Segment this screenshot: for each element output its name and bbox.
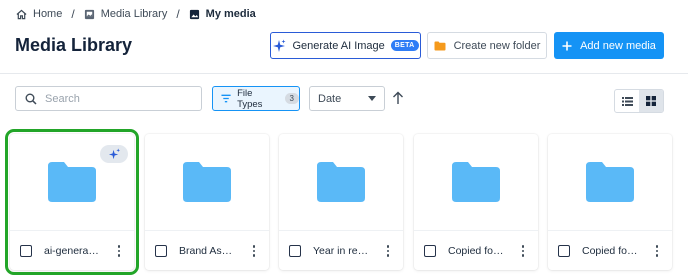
folder-thumbnail[interactable]	[414, 134, 538, 230]
folder-checkbox[interactable]	[558, 244, 570, 257]
sort-value: Date	[318, 92, 342, 105]
breadcrumb-home-label: Home	[33, 8, 63, 20]
media-library-icon	[84, 9, 94, 19]
folder-card[interactable]: ai-generated	[5, 129, 139, 275]
folder-name[interactable]: Copied folder	[448, 245, 504, 257]
folder-card-footer: ai-generated	[10, 230, 134, 270]
create-new-folder-label: Create new folder	[453, 39, 541, 52]
filter-count-badge: 3	[284, 93, 299, 104]
list-view-button[interactable]	[615, 90, 639, 112]
more-options-icon[interactable]	[383, 244, 393, 257]
create-new-folder-button[interactable]: Create new folder	[427, 32, 547, 59]
generate-ai-image-button[interactable]: Generate AI Image BETA	[270, 32, 421, 59]
search-input[interactable]	[45, 92, 185, 105]
folder-card-footer: Copied folder	[548, 230, 672, 270]
more-options-icon[interactable]	[249, 244, 259, 257]
breadcrumb-separator: /	[71, 7, 75, 21]
ai-generated-badge	[100, 145, 128, 163]
page-title: Media Library	[15, 35, 133, 55]
breadcrumb: Home / Media Library / My media	[16, 6, 256, 22]
file-types-filter-button[interactable]: File Types 3	[212, 86, 300, 111]
folder-checkbox[interactable]	[424, 244, 436, 257]
more-options-icon[interactable]	[652, 244, 662, 257]
list-view-icon	[621, 96, 633, 106]
add-new-media-label: Add new media	[580, 39, 656, 52]
breadcrumb-media-library[interactable]: Media Library	[84, 8, 168, 20]
file-types-label: File Types	[237, 87, 263, 110]
folder-name[interactable]: Brand Assets	[179, 245, 235, 257]
sparkle-icon	[108, 147, 120, 159]
folder-icon	[434, 41, 446, 50]
folder-card[interactable]: Copied folder	[414, 134, 538, 270]
beta-badge: BETA	[390, 40, 419, 51]
folder-icon	[183, 162, 231, 202]
folder-checkbox[interactable]	[20, 244, 32, 257]
folder-thumbnail[interactable]	[145, 134, 269, 230]
folder-name[interactable]: ai-generated	[44, 245, 100, 257]
filter-icon	[221, 94, 231, 103]
folder-checkbox[interactable]	[155, 244, 167, 257]
generate-ai-image-label: Generate AI Image	[292, 39, 385, 52]
breadcrumb-current-label: My media	[205, 8, 256, 20]
sort-direction-arrow-icon[interactable]	[392, 91, 404, 105]
home-icon	[16, 9, 27, 19]
folder-card-footer: Brand Assets	[145, 230, 269, 270]
sparkle-icon	[273, 39, 286, 52]
folder-thumbnail[interactable]	[548, 134, 672, 230]
more-options-icon[interactable]	[114, 244, 124, 257]
breadcrumb-home[interactable]: Home	[16, 8, 62, 20]
image-icon	[189, 9, 199, 19]
grid-view-icon	[646, 96, 656, 106]
folder-icon	[452, 162, 500, 202]
plus-icon	[562, 41, 572, 50]
header-divider	[0, 73, 688, 74]
breadcrumb-current: My media	[189, 8, 256, 20]
breadcrumb-media-library-label: Media Library	[100, 8, 168, 20]
search-icon	[25, 93, 37, 105]
breadcrumb-separator: /	[176, 7, 180, 21]
caret-down-icon	[368, 96, 376, 101]
folder-checkbox[interactable]	[289, 244, 301, 257]
folder-thumbnail[interactable]	[279, 134, 403, 230]
more-options-icon[interactable]	[518, 244, 528, 257]
sort-select[interactable]: Date	[309, 86, 385, 111]
folder-icon	[48, 162, 96, 202]
folder-icon	[586, 162, 634, 202]
grid-view-button[interactable]	[639, 90, 663, 112]
folder-card-footer: Year in review	[279, 230, 403, 270]
folder-card-footer: Copied folder	[414, 230, 538, 270]
add-new-media-button[interactable]: Add new media	[554, 32, 664, 59]
folder-card[interactable]: Year in review	[279, 134, 403, 270]
search-box[interactable]	[15, 86, 202, 111]
folder-card[interactable]: Brand Assets	[145, 134, 269, 270]
folder-card[interactable]: Copied folder	[548, 134, 672, 270]
folder-name[interactable]: Year in review	[313, 245, 369, 257]
view-toggle	[614, 89, 664, 113]
folder-thumbnail[interactable]	[10, 134, 134, 230]
folder-icon	[317, 162, 365, 202]
folder-name[interactable]: Copied folder	[582, 245, 638, 257]
